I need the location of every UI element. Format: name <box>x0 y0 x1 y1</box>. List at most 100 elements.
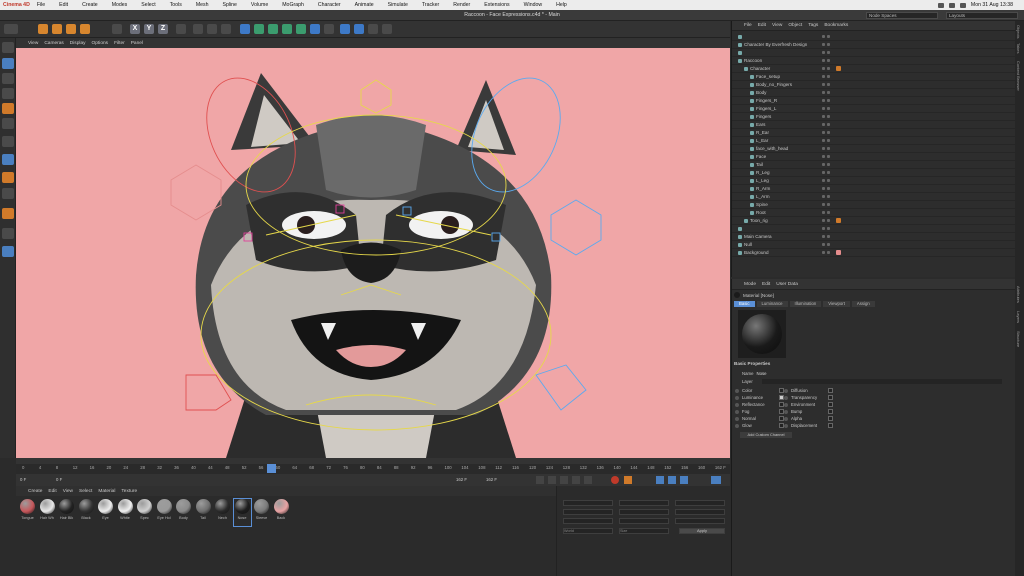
object-row[interactable]: Fingers <box>732 113 1016 121</box>
attribute-menu-edit[interactable]: Edit <box>762 282 770 287</box>
object-menu-tags[interactable]: Tags <box>808 23 818 28</box>
light-icon[interactable] <box>340 24 350 34</box>
material-swatch[interactable]: Nose <box>232 498 252 527</box>
menu-animate[interactable]: Animate <box>355 2 374 8</box>
attribute-menu-mode[interactable]: Mode <box>744 282 756 287</box>
material-swatch[interactable]: Body <box>175 499 192 526</box>
apply-button[interactable]: Apply <box>679 528 725 534</box>
snap-icon[interactable] <box>368 24 378 34</box>
name-value[interactable]: Nose <box>756 371 766 376</box>
object-row[interactable] <box>732 49 1016 57</box>
menu-extensions[interactable]: Extensions <box>484 2 509 8</box>
object-row[interactable]: face_with_head <box>732 145 1016 153</box>
render-settings-icon[interactable] <box>221 24 231 34</box>
menu-mograph[interactable]: MoGraph <box>282 2 304 8</box>
timeline-icon[interactable] <box>711 476 721 484</box>
tweak-mode-icon[interactable] <box>2 188 14 199</box>
material-menu-select[interactable]: Select <box>79 489 92 494</box>
edges-mode-icon[interactable] <box>2 118 14 129</box>
rot-b-field[interactable] <box>675 518 725 524</box>
attribute-menu-user-data[interactable]: User Data <box>776 282 798 287</box>
object-menu-object[interactable]: Object <box>788 23 802 28</box>
tab-illumination[interactable]: Illumination <box>789 301 822 307</box>
menu-character[interactable]: Character <box>318 2 341 8</box>
next-key-icon[interactable] <box>572 476 580 484</box>
cloner-icon[interactable] <box>282 24 292 34</box>
object-menu-file[interactable]: File <box>744 23 752 28</box>
playhead[interactable] <box>267 464 276 473</box>
object-row[interactable]: R_Leg <box>732 169 1016 177</box>
object-row[interactable]: Ears <box>732 121 1016 129</box>
object-row[interactable]: Character By Everfresh Design <box>732 41 1016 49</box>
side-tab-structure[interactable]: Structure <box>1016 331 1021 347</box>
rot-h-field[interactable] <box>675 500 725 506</box>
pos-x-field[interactable] <box>563 500 613 506</box>
size-y-field[interactable] <box>619 509 669 515</box>
tag-icon[interactable] <box>836 218 841 223</box>
current-frame[interactable]: 0 F <box>20 477 26 482</box>
visibility-toggles[interactable] <box>822 169 1016 177</box>
layouts-dropdown[interactable]: Layouts <box>946 12 1018 19</box>
property-checkbox[interactable] <box>828 395 833 400</box>
object-row[interactable]: Toon_rig <box>732 217 1016 225</box>
object-row[interactable]: R_Arm <box>732 185 1016 193</box>
visibility-toggles[interactable] <box>822 49 1016 57</box>
object-row[interactable]: L_Leg <box>732 177 1016 185</box>
property-checkbox[interactable] <box>828 388 833 393</box>
visibility-toggles[interactable] <box>822 121 1016 129</box>
size-dropdown[interactable]: Size <box>619 528 669 534</box>
material-swatch[interactable]: Tail <box>195 499 212 526</box>
menu-volume[interactable]: Volume <box>251 2 268 8</box>
coordinate-system-icon[interactable] <box>176 24 186 34</box>
timeline[interactable]: 0 4 8 12 16 20 24 28 32 36 40 44 48 52 56 60 64 68 72 76 80 8… <box>16 458 730 474</box>
visibility-toggles[interactable] <box>822 145 1016 153</box>
render-picture-viewer-icon[interactable] <box>207 24 217 34</box>
visibility-toggles[interactable] <box>822 105 1016 113</box>
object-row[interactable]: Null <box>732 241 1016 249</box>
x-axis-button[interactable]: X <box>130 24 140 34</box>
pos-z-field[interactable] <box>563 518 613 524</box>
enable-axis-icon[interactable] <box>2 154 14 165</box>
prev-key-icon[interactable] <box>548 476 556 484</box>
material-swatch[interactable]: Spec <box>136 499 153 526</box>
visibility-toggles[interactable] <box>822 41 1016 49</box>
live-select-icon[interactable] <box>38 24 48 34</box>
side-tab-objects[interactable]: Objects <box>1016 25 1021 39</box>
points-mode-icon[interactable] <box>2 103 14 114</box>
visibility-toggles[interactable] <box>822 113 1016 121</box>
sculpt-icon[interactable] <box>382 24 392 34</box>
menu-create[interactable]: Create <box>82 2 98 8</box>
menu-simulate[interactable]: Simulate <box>388 2 408 8</box>
material-swatch[interactable]: White <box>117 499 134 526</box>
end-frame-2[interactable]: 162 F <box>486 477 497 482</box>
menu-render[interactable]: Render <box>453 2 470 8</box>
menu-file[interactable]: File <box>37 2 45 8</box>
object-menu-view[interactable]: View <box>772 23 782 28</box>
viewport-menu-options[interactable]: Options <box>92 41 109 46</box>
visibility-toggles[interactable] <box>822 209 1016 217</box>
model-mode-icon[interactable] <box>2 58 14 69</box>
tab-viewport[interactable]: Viewport <box>823 301 850 307</box>
visibility-toggles[interactable] <box>822 193 1016 201</box>
battery-icon[interactable] <box>948 2 955 8</box>
material-menu-material[interactable]: Material <box>98 489 115 494</box>
object-row[interactable]: Root <box>732 209 1016 217</box>
visibility-toggles[interactable] <box>822 249 1016 257</box>
side-tab-content-browser[interactable]: Content Browser <box>1016 61 1021 91</box>
object-row[interactable]: Fingers_L <box>732 105 1016 113</box>
size-x-field[interactable] <box>619 500 669 506</box>
rot-p-field[interactable] <box>675 509 725 515</box>
viewport-menu-panel[interactable]: Panel <box>131 41 143 46</box>
autokey-icon[interactable] <box>624 476 632 484</box>
visibility-toggles[interactable] <box>822 241 1016 249</box>
rotate-icon[interactable] <box>80 24 90 34</box>
visibility-toggles[interactable] <box>822 217 1016 225</box>
visibility-toggles[interactable] <box>822 177 1016 185</box>
side-tab-layers[interactable]: Layers <box>1016 311 1021 323</box>
visibility-toggles[interactable] <box>822 129 1016 137</box>
visibility-toggles[interactable] <box>822 89 1016 97</box>
grid-icon[interactable] <box>354 24 364 34</box>
add-custom-channel-button[interactable]: Add Custom Channel <box>740 432 792 438</box>
clock[interactable]: Mon 31 Aug 13:38 <box>971 2 1013 8</box>
object-menu-edit[interactable]: Edit <box>758 23 766 28</box>
